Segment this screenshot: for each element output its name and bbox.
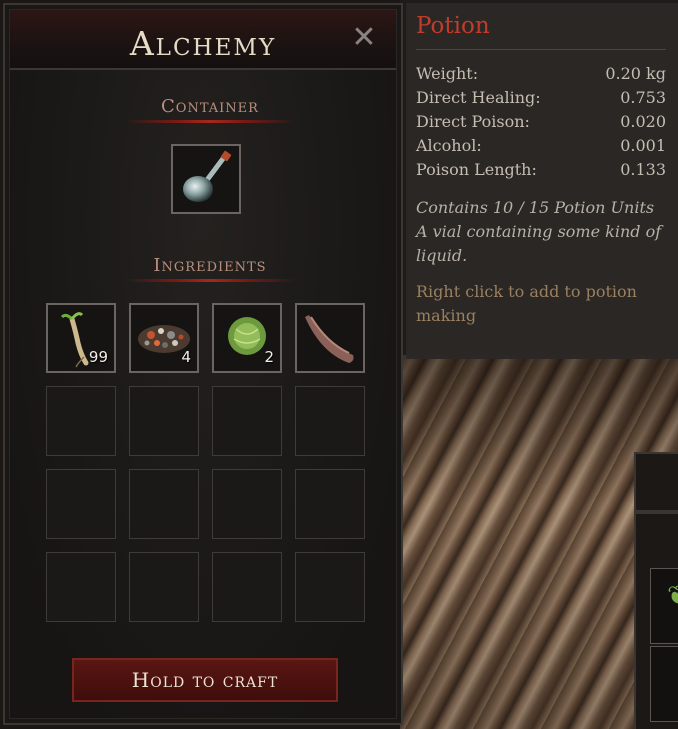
stat-label: Weight: [416, 64, 479, 83]
empty-ingredient-slot[interactable] [46, 469, 116, 539]
empty-ingredient-slot[interactable] [212, 469, 282, 539]
empty-ingredient-slot[interactable] [295, 469, 365, 539]
ingredient-quantity: 2 [264, 348, 274, 366]
ingredient-quantity: 99 [88, 348, 108, 366]
empty-ingredient-slot[interactable] [129, 469, 199, 539]
ingredient-slot[interactable]: 2 [212, 303, 282, 373]
partial-inventory-panel: ❦ [634, 452, 678, 729]
empty-ingredient-slot[interactable] [212, 386, 282, 456]
stat-row: Weight: 0.20 kg [416, 62, 666, 86]
empty-ingredient-slot[interactable] [129, 552, 199, 622]
stat-value: 0.753 [620, 88, 666, 107]
partial-panel-slot[interactable]: ❦ [650, 568, 678, 644]
ingredient-slot[interactable] [295, 303, 365, 373]
tooltip-hint: Right click to add to potion making [416, 282, 637, 325]
section-divider [125, 279, 295, 282]
stat-label: Direct Poison: [416, 112, 530, 131]
alchemy-title-bar[interactable]: Alchemy ✕ [10, 10, 396, 70]
stat-row: Poison Length: 0.133 [416, 158, 666, 182]
close-icon[interactable]: ✕ [350, 23, 378, 53]
empty-ingredient-slot[interactable] [295, 386, 365, 456]
stat-label: Direct Healing: [416, 88, 541, 107]
stat-row: Direct Healing: 0.753 [416, 86, 666, 110]
alchemy-window-body: Alchemy ✕ Container Ingredients 99 4 2 H… [9, 9, 397, 719]
sprout-icon: ❦ [667, 581, 678, 611]
stat-value: 0.20 kg [605, 64, 666, 83]
stat-value: 0.133 [620, 160, 666, 179]
partial-panel-divider [636, 510, 678, 514]
empty-ingredient-slot[interactable] [46, 552, 116, 622]
hold-to-craft-button[interactable]: Hold to craft [72, 658, 338, 702]
empty-ingredient-slot[interactable] [212, 552, 282, 622]
section-divider [125, 120, 295, 123]
ingredient-quantity: 4 [181, 348, 191, 366]
item-description: A vial containing some kind of liquid. [416, 222, 662, 265]
stat-label: Poison Length: [416, 160, 537, 179]
container-slot[interactable] [171, 144, 241, 214]
window-title: Alchemy [129, 24, 277, 63]
ingredient-slot[interactable]: 4 [129, 303, 199, 373]
tooltip-title: Potion [416, 13, 490, 39]
stat-label: Alcohol: [416, 136, 482, 155]
partial-panel-slot[interactable] [650, 646, 678, 722]
empty-ingredient-slot[interactable] [295, 552, 365, 622]
ingredient-slot[interactable]: 99 [46, 303, 116, 373]
potion-units-text: Contains 10 / 15 Potion Units [416, 198, 655, 217]
empty-ingredient-slot[interactable] [46, 386, 116, 456]
item-tooltip: Potion Weight: 0.20 kg Direct Healing: 0… [406, 3, 678, 359]
empty-ingredient-slot[interactable] [129, 386, 199, 456]
ingredients-section-title: Ingredients [153, 255, 267, 276]
stat-row: Alcohol: 0.001 [416, 134, 666, 158]
alchemy-window: Alchemy ✕ Container Ingredients 99 4 2 H… [3, 3, 403, 725]
stat-row: Direct Poison: 0.020 [416, 110, 666, 134]
tooltip-divider [416, 49, 666, 50]
container-section-title: Container [161, 96, 259, 117]
stat-value: 0.020 [620, 112, 666, 131]
tooltip-description-block: Contains 10 / 15 Potion Units A vial con… [416, 196, 666, 268]
stat-value: 0.001 [620, 136, 666, 155]
